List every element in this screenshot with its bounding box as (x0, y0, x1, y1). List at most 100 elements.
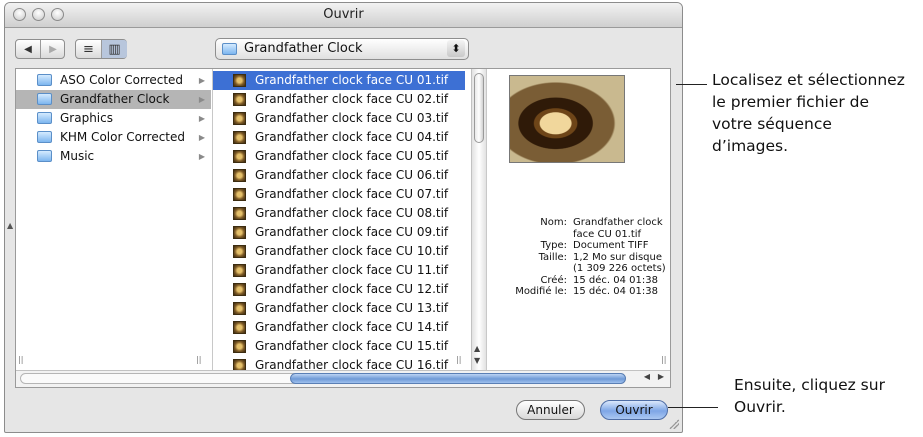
callout-line-text: Ensuite, cliquez sur (734, 376, 885, 394)
file-list-item[interactable]: Grandfather clock face CU 09.tif (213, 223, 465, 242)
file-item-label: Grandfather clock face CU 01.tif (255, 73, 449, 87)
resize-grip-icon[interactable] (669, 419, 679, 429)
open-button[interactable]: Ouvrir (600, 400, 668, 420)
file-item-label: Grandfather clock face CU 07.tif (255, 187, 449, 201)
location-popup[interactable]: Grandfather Clock ⬍ (215, 38, 469, 60)
scroll-down-icon[interactable]: ▼ (474, 356, 480, 365)
folder-item-label: Grandfather Clock (60, 92, 170, 106)
tiff-image-icon (233, 74, 246, 87)
column-view-icon[interactable]: ▥ (102, 40, 127, 58)
info-value: Grandfather clock (573, 217, 663, 228)
folder-list-item[interactable]: ASO Color Corrected ▶ (16, 71, 211, 90)
disclosure-arrow-icon: ▶ (198, 76, 205, 85)
horizontal-scroll-thumb[interactable] (290, 373, 626, 384)
tiff-image-icon (233, 302, 246, 315)
callout-line-text: Ouvrir. (734, 398, 786, 416)
callout-line-text: votre séquence (712, 115, 832, 133)
title-bar[interactable]: Ouvrir (5, 3, 682, 28)
file-list-item[interactable]: Grandfather clock face CU 05.tif (213, 147, 465, 166)
file-item-label: Grandfather clock face CU 03.tif (255, 111, 449, 125)
file-item-label: Grandfather clock face CU 10.tif (255, 244, 449, 258)
cancel-button[interactable]: Annuler (516, 400, 585, 420)
folder-icon (37, 150, 52, 162)
file-list-item[interactable]: Grandfather clock face CU 04.tif (213, 128, 465, 147)
folder-list-item[interactable]: Music ▶ (16, 147, 211, 166)
column-resize-grip-icon[interactable]: || (18, 355, 23, 364)
callout-select-first-file: Localisez et sélectionnez le premier fich… (712, 69, 905, 157)
column-resize-grip-icon[interactable]: || (456, 355, 461, 364)
list-view-icon[interactable]: ≡ (76, 40, 102, 58)
tiff-image-icon (233, 321, 246, 334)
folder-item-label: ASO Color Corrected (60, 73, 184, 87)
tiff-image-icon (233, 245, 246, 258)
column-resize-grip-icon[interactable]: || (661, 355, 666, 364)
file-list-item[interactable]: Grandfather clock face CU 10.tif (213, 242, 465, 261)
tiff-image-icon (233, 283, 246, 296)
file-item-label: Grandfather clock face CU 05.tif (255, 149, 449, 163)
resize-caret-icon: ▲ (7, 221, 14, 230)
horizontal-scrollbar[interactable]: ◀ ▶ (16, 370, 670, 387)
file-list-item[interactable]: Grandfather clock face CU 06.tif (213, 166, 465, 185)
folder-list-item[interactable]: Graphics ▶ (16, 109, 211, 128)
tiff-image-icon (233, 207, 246, 220)
info-key: Modifié le: (515, 286, 567, 297)
tiff-image-icon (233, 226, 246, 239)
scroll-left-icon[interactable]: ◀ (644, 372, 650, 381)
file-list-item[interactable]: Grandfather clock face CU 08.tif (213, 204, 465, 223)
file-list-item[interactable]: Grandfather clock face CU 12.tif (213, 280, 465, 299)
window-title: Ouvrir (323, 7, 364, 22)
history-nav-control: ◀ ▶ (15, 39, 65, 59)
file-list-item[interactable]: Grandfather clock face CU 14.tif (213, 318, 465, 337)
info-key: Type: (540, 240, 567, 251)
info-value: 15 déc. 04 01:38 (573, 274, 658, 286)
tiff-image-icon (233, 93, 246, 106)
forward-arrow-icon[interactable]: ▶ (41, 40, 65, 58)
clock-preview-thumbnail (509, 75, 625, 163)
file-item-label: Grandfather clock face CU 09.tif (255, 225, 449, 239)
tiff-image-icon (233, 150, 246, 163)
tiff-image-icon (233, 169, 246, 182)
column-resize-grip-icon[interactable]: || (196, 355, 201, 364)
file-item-label: Grandfather clock face CU 08.tif (255, 206, 449, 220)
file-list-item[interactable]: Grandfather clock face CU 01.tif (213, 71, 465, 90)
disclosure-arrow-icon: ▶ (198, 95, 205, 104)
info-value: 1,2 Mo sur disque (573, 251, 663, 263)
file-item-label: Grandfather clock face CU 12.tif (255, 282, 449, 296)
info-key: Nom: (540, 217, 567, 228)
info-key: Créé: (540, 274, 567, 286)
folder-item-label: KHM Color Corrected (60, 130, 186, 144)
folder-item-label: Music (60, 149, 95, 163)
folder-column: ASO Color Corrected ▶ Grandfather Clock ▶ Gr… (16, 69, 211, 371)
folder-item-label: Graphics (60, 111, 113, 125)
scroll-right-icon[interactable]: ▶ (658, 372, 664, 381)
back-arrow-icon[interactable]: ◀ (16, 40, 41, 58)
tiff-image-icon (233, 264, 246, 277)
open-dialog-window: Ouvrir ◀ ▶ ≡ ▥ Grandfather Clock ⬍ ▲ ASO… (4, 2, 683, 433)
tiff-image-icon (233, 340, 246, 353)
file-list-item[interactable]: Grandfather clock face CU 16.tif (213, 356, 465, 371)
file-list-item[interactable]: Grandfather clock face CU 15.tif (213, 337, 465, 356)
tiff-image-icon (233, 112, 246, 125)
file-list-item[interactable]: Grandfather clock face CU 02.tif (213, 90, 465, 109)
view-mode-control: ≡ ▥ (75, 39, 127, 59)
file-list-item[interactable]: Grandfather clock face CU 13.tif (213, 299, 465, 318)
folder-icon (222, 43, 237, 55)
file-scroll-thumb[interactable] (474, 73, 484, 143)
info-value: (1 309 226 octets) (573, 263, 666, 274)
file-list-item[interactable]: Grandfather clock face CU 11.tif (213, 261, 465, 280)
scroll-up-icon[interactable]: ▲ (474, 344, 480, 353)
file-item-label: Grandfather clock face CU 13.tif (255, 301, 449, 315)
disclosure-arrow-icon: ▶ (198, 152, 205, 161)
location-popup-label: Grandfather Clock (244, 41, 363, 56)
folder-icon (37, 74, 52, 86)
folder-list-item[interactable]: Grandfather Clock ▶ (16, 90, 211, 109)
file-item-label: Grandfather clock face CU 16.tif (255, 358, 449, 371)
popup-stepper-icon: ⬍ (447, 40, 465, 57)
file-list-item[interactable]: Grandfather clock face CU 07.tif (213, 185, 465, 204)
file-column-scrollbar[interactable]: ▲ ▼ (471, 69, 486, 371)
folder-list-item[interactable]: KHM Color Corrected ▶ (16, 128, 211, 147)
info-value: Document TIFF (573, 240, 649, 251)
file-list-item[interactable]: Grandfather clock face CU 03.tif (213, 109, 465, 128)
disclosure-arrow-icon: ▶ (198, 114, 205, 123)
info-value: 15 déc. 04 01:38 (573, 286, 658, 297)
